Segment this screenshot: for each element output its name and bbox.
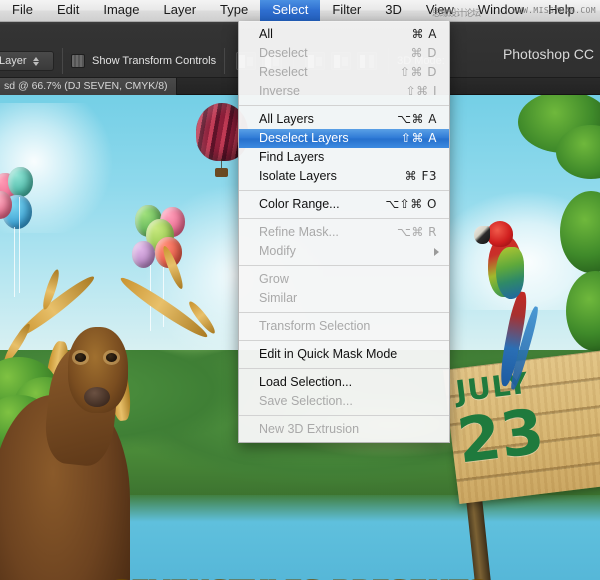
menu-item-color-range[interactable]: Color Range... ⌥⇧⌘ O bbox=[239, 195, 449, 214]
menu-separator bbox=[239, 415, 449, 416]
menubar-item-select[interactable]: Select bbox=[260, 0, 321, 21]
menu-item-transform-selection: Transform Selection bbox=[239, 317, 449, 336]
menu-item-isolate-layers[interactable]: Isolate Layers ⌘ F3 bbox=[239, 167, 449, 186]
watermark-chinese: 思缘设计论坛 bbox=[432, 8, 481, 18]
submenu-arrow-icon bbox=[434, 247, 439, 256]
menu-item-label: Modify bbox=[259, 244, 296, 258]
menu-item-label: Refine Mask... bbox=[259, 225, 339, 239]
parrot-head bbox=[487, 221, 513, 247]
menubar-item-file[interactable]: File bbox=[0, 0, 45, 21]
menu-item-label: Reselect bbox=[259, 65, 308, 79]
menubar-item-edit[interactable]: Edit bbox=[45, 0, 91, 21]
menu-item-shortcut: ⇧⌘ D bbox=[399, 65, 437, 79]
menu-item-label: Grow bbox=[259, 272, 289, 286]
menu-item-save-selection: Save Selection... bbox=[239, 392, 449, 411]
menu-item-refine-mask: Refine Mask... ⌥⌘ R bbox=[239, 223, 449, 242]
presents-headline: SEVENSTYLES PRESENTS bbox=[0, 576, 600, 580]
menu-item-label: Isolate Layers bbox=[259, 169, 337, 183]
menu-item-deselect-layers[interactable]: Deselect Layers ⇧⌘ A bbox=[239, 129, 449, 148]
balloon-string-left bbox=[14, 227, 15, 297]
menu-item-similar: Similar bbox=[239, 289, 449, 308]
menu-separator bbox=[239, 265, 449, 266]
menu-item-label: All Layers bbox=[259, 112, 314, 126]
menu-item-edit-in-quick-mask-mode[interactable]: Edit in Quick Mask Mode bbox=[239, 345, 449, 364]
menu-item-find-layers[interactable]: Find Layers bbox=[239, 148, 449, 167]
menu-item-shortcut: ⌥⇧⌘ O bbox=[385, 197, 437, 211]
menu-item-label: Transform Selection bbox=[259, 319, 371, 333]
menu-item-label: Edit in Quick Mask Mode bbox=[259, 347, 398, 361]
menu-separator bbox=[239, 218, 449, 219]
menu-item-shortcut: ⌥⌘ A bbox=[397, 112, 437, 126]
watermark-url: WWW.MISSYUAN.COM bbox=[512, 6, 596, 15]
menu-separator bbox=[239, 368, 449, 369]
menu-item-inverse: Inverse ⇧⌘ I bbox=[239, 82, 449, 101]
menu-item-label: Inverse bbox=[259, 84, 300, 98]
menu-item-new-3d-extrusion: New 3D Extrusion bbox=[239, 420, 449, 439]
menu-item-modify: Modify bbox=[239, 242, 449, 261]
menu-item-label: Similar bbox=[259, 291, 298, 305]
menu-item-reselect: Reselect ⇧⌘ D bbox=[239, 63, 449, 82]
auto-select-dropdown[interactable]: Layer bbox=[0, 51, 54, 71]
hot-air-balloon-basket bbox=[215, 168, 228, 177]
balloon-teal-left bbox=[8, 167, 33, 197]
menubar-item-image[interactable]: Image bbox=[91, 0, 151, 21]
menu-separator bbox=[239, 190, 449, 191]
auto-select-value: Layer bbox=[0, 55, 27, 67]
menu-item-deselect: Deselect ⌘ D bbox=[239, 44, 449, 63]
sign-day-text: 23 bbox=[453, 394, 548, 478]
menu-separator bbox=[239, 312, 449, 313]
menu-item-shortcut: ⌘ D bbox=[410, 46, 437, 60]
menubar-item-3d[interactable]: 3D bbox=[373, 0, 414, 21]
menu-item-load-selection[interactable]: Load Selection... bbox=[239, 373, 449, 392]
options-divider-1 bbox=[62, 48, 63, 74]
app-title: Photoshop CC bbox=[502, 46, 594, 62]
menu-item-label: Deselect bbox=[259, 46, 308, 60]
stepper-icon[interactable] bbox=[32, 56, 39, 66]
deer-nose bbox=[84, 387, 110, 407]
balloon-string-left-2 bbox=[19, 197, 20, 293]
menu-item-shortcut: ⌥⌘ R bbox=[397, 225, 437, 239]
document-tab[interactable]: sd @ 66.7% (DJ SEVEN, CMYK/8) bbox=[0, 78, 177, 95]
menu-bar: File Edit Image Layer Type Select Filter 3D View… bbox=[0, 0, 600, 22]
menu-item-shortcut: ⌘ A bbox=[411, 27, 437, 41]
show-transform-controls-checkbox[interactable] bbox=[71, 54, 85, 68]
menu-item-label: Find Layers bbox=[259, 150, 325, 164]
sign-post bbox=[465, 494, 495, 580]
menu-item-all[interactable]: All ⌘ A bbox=[239, 25, 449, 44]
menu-item-grow: Grow bbox=[239, 270, 449, 289]
balloon-violet-center bbox=[132, 241, 155, 268]
menu-item-label: Save Selection... bbox=[259, 394, 353, 408]
menu-item-label: Color Range... bbox=[259, 197, 340, 211]
menubar-item-layer[interactable]: Layer bbox=[152, 0, 209, 21]
menu-separator bbox=[239, 105, 449, 106]
menu-item-label: New 3D Extrusion bbox=[259, 422, 360, 436]
menu-item-shortcut: ⇧⌘ A bbox=[400, 131, 437, 145]
balloon-string-center-2 bbox=[163, 267, 164, 327]
menu-item-shortcut: ⌘ F3 bbox=[404, 169, 437, 183]
deer-eye-right bbox=[106, 353, 117, 362]
parrot-beak bbox=[474, 226, 490, 244]
menu-item-label: Load Selection... bbox=[259, 375, 353, 389]
menubar-item-type[interactable]: Type bbox=[208, 0, 260, 21]
menu-separator bbox=[239, 340, 449, 341]
deer-eye-left bbox=[75, 353, 86, 362]
show-transform-controls-label: Show Transform Controls bbox=[92, 55, 217, 67]
menubar-item-filter[interactable]: Filter bbox=[320, 0, 373, 21]
options-divider-2 bbox=[224, 48, 226, 74]
menu-item-shortcut: ⇧⌘ I bbox=[405, 84, 437, 98]
select-dropdown-menu[interactable]: All ⌘ A Deselect ⌘ D Reselect ⇧⌘ D Inverse ⇧⌘ I… bbox=[238, 21, 450, 443]
menu-item-label: Deselect Layers bbox=[259, 131, 349, 145]
parrot-wing bbox=[496, 247, 524, 299]
menu-item-all-layers[interactable]: All Layers ⌥⌘ A bbox=[239, 110, 449, 129]
menu-item-label: All bbox=[259, 27, 273, 41]
